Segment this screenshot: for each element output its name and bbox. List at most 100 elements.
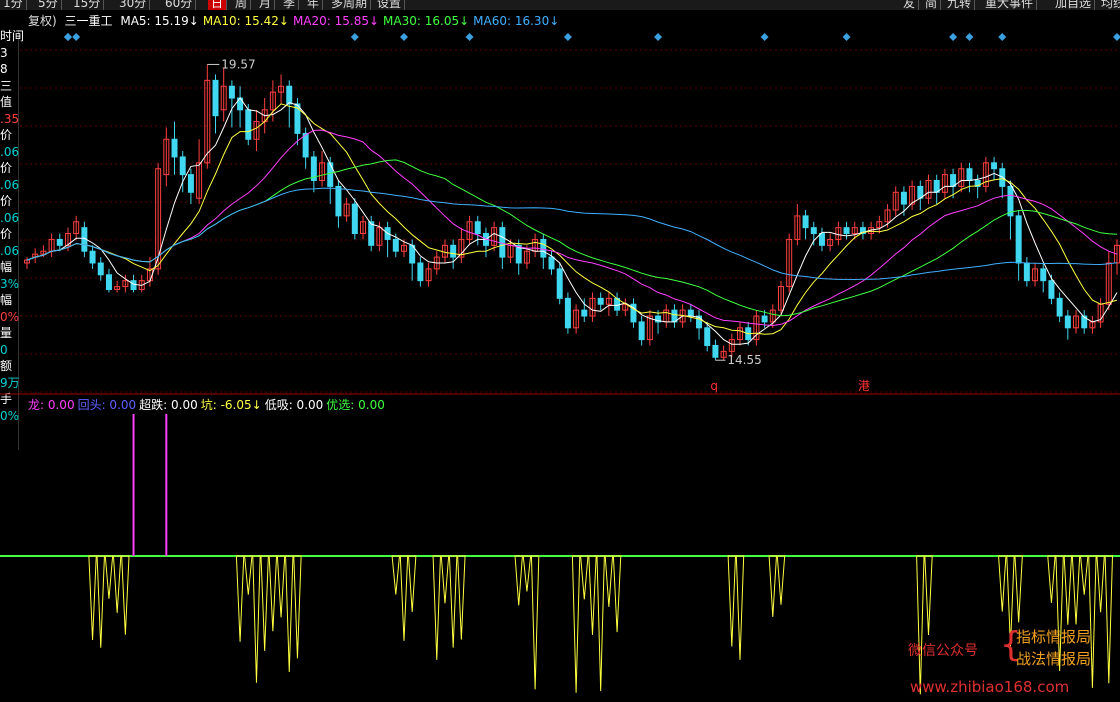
candle-body — [368, 221, 375, 246]
candle-body — [302, 132, 309, 158]
yellow-spike — [235, 555, 245, 642]
candle-body — [687, 309, 694, 317]
yellow-spike — [916, 555, 925, 695]
candle-body — [810, 227, 817, 235]
candle-body — [581, 309, 588, 317]
yellow-spike — [514, 555, 523, 606]
candle-body — [89, 250, 96, 264]
yellow-spike — [1071, 555, 1081, 625]
watermark-left: 微信公众号 — [908, 643, 978, 659]
ma5-line — [26, 97, 1118, 345]
yellow-spike — [571, 555, 581, 693]
yellow-spike — [588, 555, 597, 635]
diamond-marker — [63, 33, 72, 41]
candle-body — [179, 156, 186, 176]
candle-body — [474, 221, 481, 235]
candle-body — [540, 238, 547, 258]
yellow-spike — [522, 555, 532, 592]
yellow-spike — [121, 555, 130, 635]
candle-body — [417, 262, 424, 282]
candle-body — [1015, 215, 1022, 264]
candle-body — [843, 227, 850, 235]
diamond-marker — [965, 33, 974, 41]
diamond-marker — [399, 33, 408, 41]
ma10-line — [26, 103, 1118, 335]
yellow-spike — [407, 555, 417, 612]
watermark-right: 指标情报局 战法情报局 — [1016, 626, 1091, 670]
ma20-line — [26, 129, 1118, 327]
candle-body — [171, 138, 178, 158]
diamond-marker — [1113, 33, 1120, 41]
diamond-marker — [350, 33, 359, 41]
yellow-spike — [276, 555, 286, 618]
low-price-label: 14.55 — [727, 353, 761, 367]
yellow-spike — [244, 555, 253, 595]
yellow-spike — [285, 555, 294, 672]
candle-body — [1056, 297, 1063, 317]
candle-body — [450, 244, 457, 258]
candle-body — [212, 79, 219, 117]
yellow-spike — [1063, 555, 1073, 625]
yellow-spike — [440, 555, 450, 604]
yellow-spike — [391, 555, 401, 595]
high-price-label: 19.57 — [221, 57, 255, 71]
yellow-spike — [998, 555, 1007, 612]
diamond-marker — [949, 33, 958, 41]
yellow-spike — [768, 555, 778, 617]
candle-body — [597, 297, 604, 305]
yellow-spike — [580, 555, 589, 600]
yellow-spike — [252, 555, 261, 683]
diamond-marker — [760, 33, 769, 41]
candle-body — [392, 238, 399, 252]
diamond-marker — [998, 33, 1007, 41]
yellow-spike — [727, 555, 737, 647]
event-marker: 港 — [858, 379, 870, 393]
candle-body — [548, 256, 555, 270]
yellow-spike — [293, 555, 302, 659]
yellow-spike — [432, 555, 441, 660]
candle-body — [97, 262, 104, 276]
candle-body — [351, 203, 358, 235]
candle-body — [1064, 315, 1071, 329]
yellow-spike — [776, 555, 786, 605]
kline-chart: 19.5714.55q港财 — [0, 33, 1120, 695]
candle-body — [286, 85, 293, 105]
yellow-spike — [88, 555, 97, 640]
candle-body — [187, 174, 194, 193]
candle-body — [564, 297, 571, 329]
diamond-marker — [72, 33, 81, 41]
candle-body — [712, 344, 719, 358]
candle-body — [900, 191, 907, 205]
yellow-spike — [1104, 555, 1114, 684]
candle-body — [1048, 280, 1055, 299]
yellow-spike — [596, 555, 605, 692]
candle-body — [105, 274, 112, 291]
candle-body — [335, 185, 342, 217]
candle-body — [991, 162, 998, 170]
yellow-spike — [735, 555, 745, 660]
diamond-marker — [654, 33, 663, 41]
candle-body — [818, 233, 825, 246]
candle-body — [704, 327, 711, 346]
yellow-spike — [448, 555, 458, 648]
candle-body — [761, 315, 768, 323]
yellow-spike — [530, 555, 540, 690]
watermark-url: www.zhibiao168.com — [910, 678, 1070, 696]
watermark-right-1: 指标情报局 — [1016, 628, 1092, 646]
candle-body — [556, 268, 563, 299]
yellow-spike — [104, 555, 114, 599]
diamond-marker — [465, 33, 474, 41]
diamond-marker — [842, 33, 851, 41]
yellow-spike — [604, 555, 614, 607]
candle-body — [245, 109, 252, 140]
event-marker: q — [710, 379, 718, 393]
candle-body — [327, 162, 334, 187]
watermark-right-2: 战法情报局 — [1016, 650, 1092, 668]
yellow-spike — [1047, 555, 1056, 603]
yellow-spike — [612, 555, 622, 633]
candle-body — [130, 280, 137, 291]
yellow-spike — [268, 555, 278, 632]
candle-body — [802, 215, 809, 229]
yellow-spike — [457, 555, 466, 640]
yellow-spike — [1096, 555, 1105, 613]
